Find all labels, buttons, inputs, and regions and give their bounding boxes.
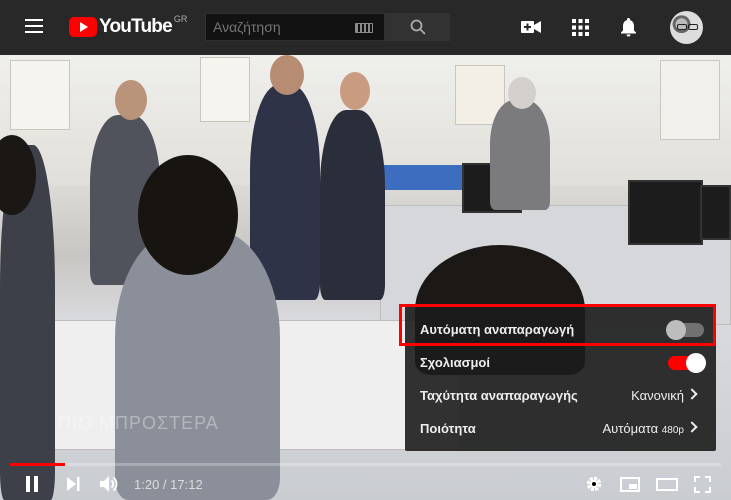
search-box: [205, 13, 385, 41]
masthead: YouTube GR: [0, 0, 731, 55]
video-camera-add-icon: [521, 21, 541, 33]
annotations-toggle[interactable]: [668, 352, 706, 373]
pause-icon: [26, 476, 38, 492]
menu-item-playback-speed[interactable]: Ταχύτητα αναπαραγωγής Κανονική: [405, 379, 716, 412]
create-video-button[interactable]: [520, 16, 542, 38]
progress-played: [10, 463, 65, 466]
theater-mode-button[interactable]: [655, 474, 679, 494]
pause-button[interactable]: [22, 474, 42, 494]
fullscreen-button[interactable]: [692, 474, 712, 494]
menu-item-annotations[interactable]: Σχολιασμοί: [405, 346, 716, 379]
fullscreen-icon: [693, 475, 711, 493]
volume-icon: [100, 476, 118, 492]
quality-value: Αυτόματα 480p: [602, 421, 685, 436]
mute-button[interactable]: [99, 474, 121, 494]
search-icon: [410, 19, 426, 35]
miniplayer-icon: [620, 476, 640, 492]
logo-country-code: GR: [173, 14, 188, 24]
menu-item-quality[interactable]: Ποιότητα Αυτόματα 480p: [405, 412, 716, 445]
search-button[interactable]: [385, 13, 450, 41]
duration: 17:12: [170, 477, 203, 492]
apps-button[interactable]: [569, 16, 591, 38]
toggle-knob: [666, 319, 686, 340]
youtube-play-icon: [69, 17, 97, 37]
bell-icon: [620, 17, 636, 36]
quality-resolution: 480p: [661, 425, 684, 436]
settings-menu: Αυτόματη αναπαραγωγή Σχολιασμοί Ταχύτητα…: [405, 305, 716, 451]
keyboard-icon[interactable]: [355, 23, 373, 33]
chevron-right-icon: [686, 421, 698, 433]
youtube-logo[interactable]: YouTube GR: [69, 14, 188, 38]
gear-icon: [586, 476, 602, 492]
toggle-knob: [686, 352, 706, 373]
playback-speed-value: Κανονική: [631, 388, 684, 403]
chevron-right-icon: [686, 388, 698, 400]
autoplay-toggle[interactable]: [666, 319, 704, 340]
menu-icon[interactable]: [25, 19, 43, 33]
miniplayer-button[interactable]: [619, 474, 641, 494]
playback-speed-label: Ταχύτητα αναπαραγωγής: [420, 388, 578, 403]
current-time: 1:20: [134, 477, 160, 492]
logo-text: YouTube: [99, 16, 173, 37]
account-avatar[interactable]: [670, 11, 703, 44]
settings-button[interactable]: [584, 474, 604, 494]
notifications-button[interactable]: [617, 16, 639, 38]
apps-grid-icon: [571, 18, 589, 36]
player-controls: 1:20 / 17:12: [0, 468, 731, 500]
search-input[interactable]: [206, 19, 346, 35]
progress-bar[interactable]: [10, 463, 721, 466]
quality-label: Ποιότητα: [420, 421, 476, 436]
menu-item-autoplay[interactable]: Αυτόματη αναπαραγωγή: [405, 313, 716, 346]
theater-mode-icon: [656, 477, 678, 491]
next-button[interactable]: [63, 474, 83, 494]
time-display: 1:20 / 17:12: [134, 477, 203, 492]
video-watermark: ΠΙΟ ΜΠΡΟΣΤΕΡΑ: [58, 413, 219, 433]
skip-next-icon: [67, 477, 80, 491]
